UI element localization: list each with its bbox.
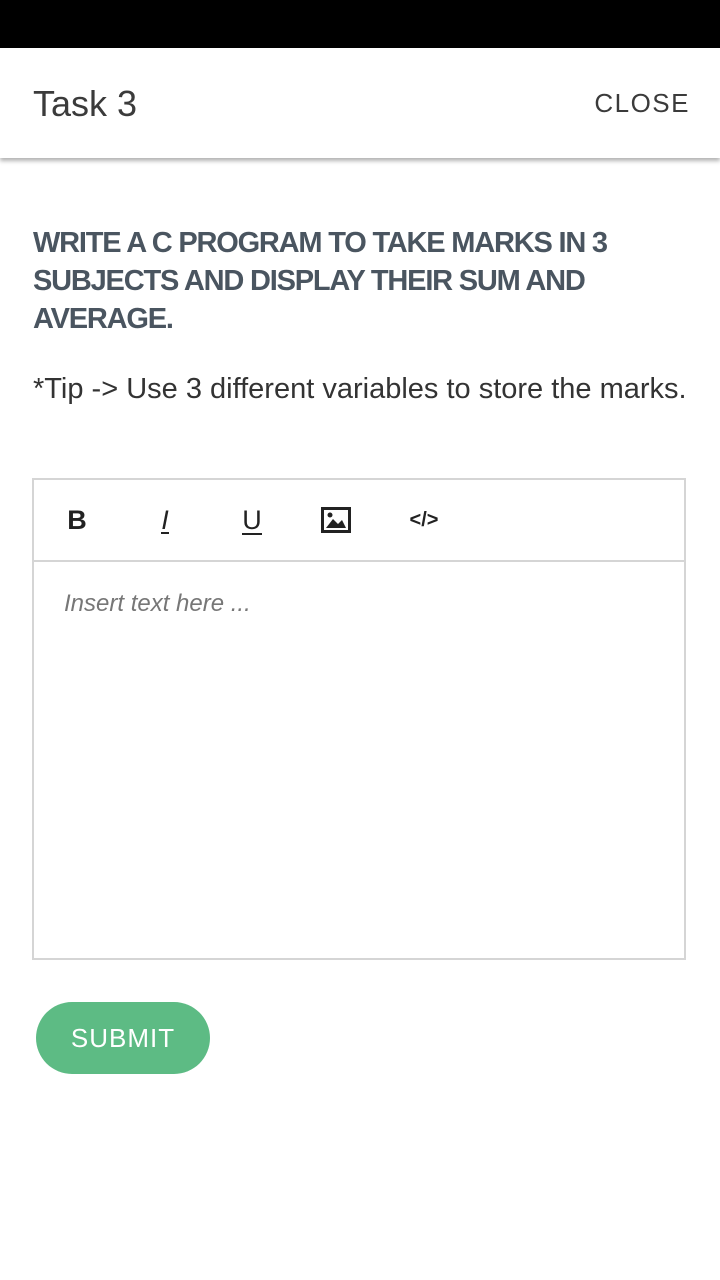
editor-text-area[interactable]: Insert text here ... <box>34 562 684 958</box>
insert-image-button[interactable] <box>320 500 352 540</box>
code-button[interactable]: </> <box>404 500 444 540</box>
bold-button[interactable]: B <box>62 500 92 540</box>
tip-text: *Tip -> Use 3 different variables to sto… <box>33 373 687 405</box>
underline-label: U <box>242 505 262 535</box>
question-text: WRITE A C PROGRAM TO TAKE MARKS IN 3 SUB… <box>33 227 608 335</box>
editor-placeholder: Insert text here ... <box>64 590 251 617</box>
rich-text-editor: B I U </> Insert text here ... <box>32 478 686 960</box>
editor-toolbar: B I U </> <box>34 480 684 562</box>
submit-button[interactable]: SUBMIT <box>36 1002 210 1074</box>
italic-label: I <box>161 505 169 535</box>
italic-button[interactable]: I <box>150 500 180 540</box>
status-bar <box>0 0 720 48</box>
close-button[interactable]: CLOSE <box>594 86 690 120</box>
underline-button[interactable]: U <box>234 500 270 540</box>
app-bar: Task 3 CLOSE <box>0 48 720 158</box>
image-icon <box>321 506 351 533</box>
page-title: Task 3 <box>33 83 138 124</box>
